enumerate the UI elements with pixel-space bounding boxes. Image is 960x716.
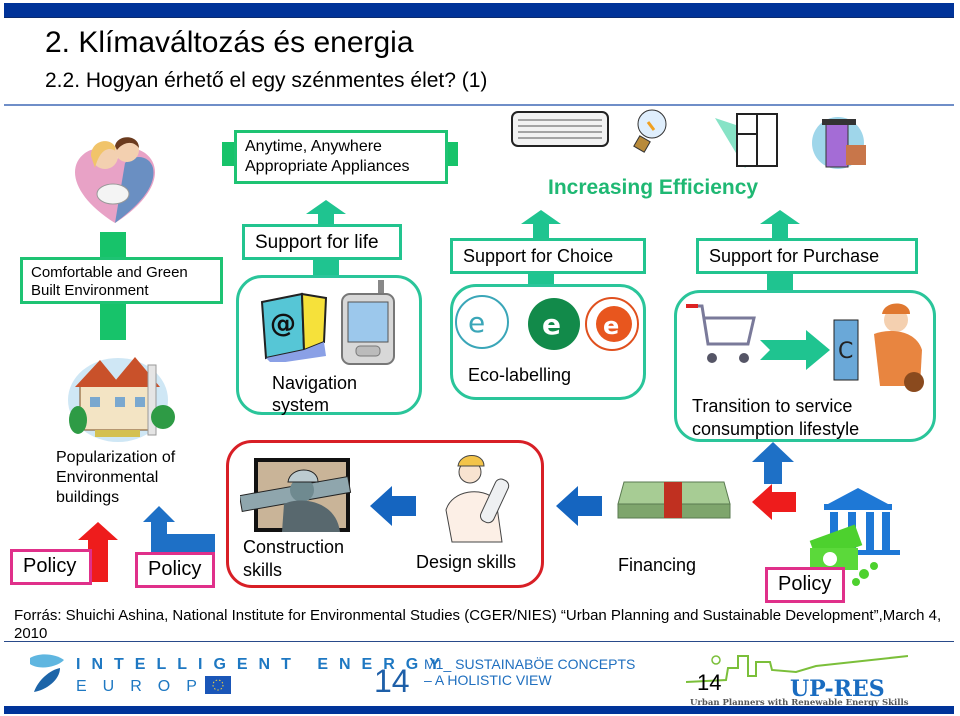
refrigerator-icon bbox=[715, 113, 778, 168]
increasing-efficiency-label: Increasing Efficiency bbox=[548, 176, 759, 199]
top-banner bbox=[4, 3, 954, 18]
policy-box: Policy bbox=[10, 549, 92, 585]
slide-title: 2. Klímaváltozás és energia bbox=[45, 26, 414, 59]
water-heater-icon bbox=[812, 117, 866, 169]
popularization-label: Popularization of Environmental building… bbox=[56, 449, 176, 506]
air-conditioner-icon bbox=[511, 111, 609, 147]
construction-worker-icon bbox=[240, 458, 352, 532]
source-citation: Forrás: Shuichi Ashina, National Institu… bbox=[14, 607, 942, 642]
right-arrow-icon bbox=[760, 330, 830, 370]
environmental-building-icon bbox=[68, 357, 175, 442]
financing-label: Financing bbox=[618, 555, 697, 575]
light-bulb-icon bbox=[633, 109, 667, 153]
eco-labelling-label: Eco-labelling bbox=[468, 365, 572, 385]
svg-text:@: @ bbox=[270, 309, 296, 339]
eco-label-logos-icon: e e e bbox=[455, 295, 639, 351]
connector bbox=[100, 304, 126, 340]
iee-logo-icon bbox=[30, 654, 64, 692]
transition-service-label: Transition to service consumption lifest… bbox=[692, 396, 860, 439]
support-for-purchase-box: Support for Purchase bbox=[696, 238, 918, 274]
left-arrow-icon bbox=[752, 484, 796, 520]
page-number: 14 bbox=[374, 663, 410, 699]
comfortable-green-environment-box: Comfortable and Green Built Environment bbox=[20, 257, 223, 304]
design-skills-label: Design skills bbox=[416, 552, 517, 572]
connector bbox=[100, 232, 126, 258]
up-arrow-icon bbox=[760, 210, 800, 238]
shopping-cart-icon bbox=[686, 304, 756, 363]
support-for-choice-box: Support for Choice bbox=[450, 238, 646, 274]
family-icon bbox=[75, 137, 155, 223]
turn-up-arrow-icon bbox=[143, 506, 215, 554]
navigation-system-label: Navigation system bbox=[272, 373, 358, 415]
money-stack-icon bbox=[617, 481, 731, 519]
connector bbox=[313, 260, 339, 276]
svg-text:e: e bbox=[542, 308, 561, 341]
left-arrow-icon bbox=[370, 486, 416, 526]
policy-box: Policy bbox=[135, 552, 215, 588]
eu-flag-icon bbox=[205, 676, 231, 694]
svg-text:C: C bbox=[838, 339, 853, 364]
footer-divider bbox=[4, 641, 954, 642]
pda-device-icon bbox=[341, 280, 395, 365]
svg-text:e: e bbox=[603, 312, 619, 340]
policy-box: Policy bbox=[765, 567, 845, 603]
page-number-secondary: 14 bbox=[697, 670, 722, 695]
bottom-banner bbox=[4, 706, 954, 714]
header-divider bbox=[4, 104, 954, 106]
up-arrow-icon bbox=[752, 442, 794, 484]
module-title: M1_ SUSTAINABÖE CONCEPTS – A HOLISTIC VI… bbox=[424, 656, 636, 688]
up-arrow-icon bbox=[521, 210, 561, 238]
service-worker-icon: C bbox=[833, 303, 924, 392]
support-for-life-box: Support for life bbox=[242, 224, 402, 260]
slide-subtitle: 2.2. Hogyan érhető el egy szénmentes éle… bbox=[45, 69, 488, 92]
appropriate-appliances-box: Anytime, Anywhere Appropriate Appliances bbox=[234, 130, 448, 184]
construction-skills-label: Construction skills bbox=[243, 537, 345, 580]
email-computer-icon: @ bbox=[260, 292, 328, 362]
svg-text:e: e bbox=[468, 306, 485, 339]
left-arrow-icon bbox=[556, 486, 602, 526]
designer-icon bbox=[445, 455, 510, 543]
